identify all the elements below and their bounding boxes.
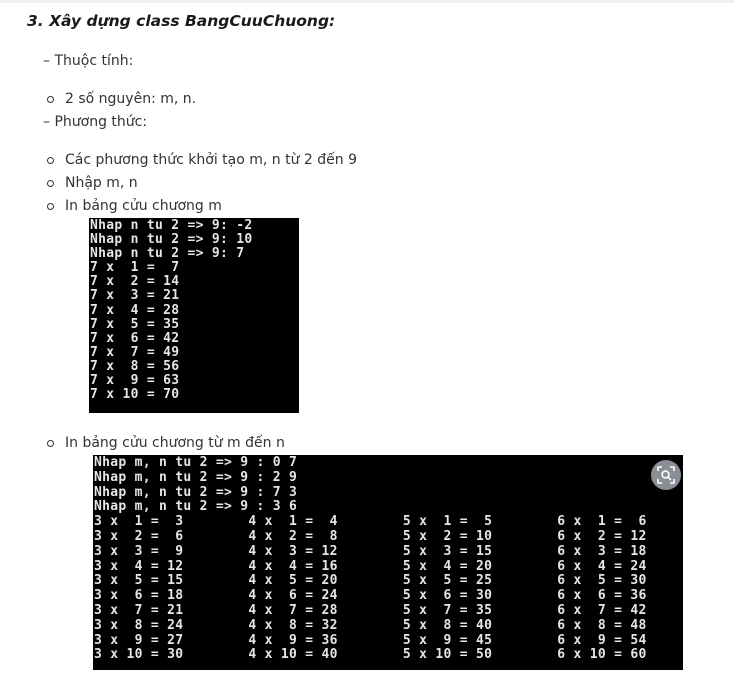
console-line: 3 x 6 = 18 4 x 6 = 24 5 x 6 = 30 6 x 6 =… xyxy=(94,588,647,604)
console-line: 3 x 8 = 24 4 x 8 = 32 5 x 8 = 40 6 x 8 =… xyxy=(94,617,647,633)
attribute-item: 2 số nguyên: m, n. xyxy=(65,91,197,107)
console-line: 3 x 9 = 27 4 x 9 = 36 5 x 9 = 45 6 x 9 =… xyxy=(94,632,647,648)
method-item-print-m: In bảng cửu chương m xyxy=(65,198,222,214)
console-line: 7 x 4 = 28 xyxy=(90,302,180,318)
console-line: 7 x 10 = 70 xyxy=(90,387,180,403)
console-line: 7 x 1 = 7 xyxy=(90,260,180,276)
method-item-print-range: In bảng cửu chương từ m đến n xyxy=(65,435,285,451)
console-line: 3 x 2 = 6 4 x 2 = 8 5 x 2 = 10 6 x 2 = 1… xyxy=(94,528,647,544)
console-line: Nhap n tu 2 => 9: -2 xyxy=(90,218,253,233)
console-line: Nhap n tu 2 => 9: 10 xyxy=(90,232,253,248)
bullet-icon xyxy=(47,96,54,103)
console-line: 3 x 7 = 21 4 x 7 = 28 5 x 7 = 35 6 x 7 =… xyxy=(94,602,647,618)
lens-search-icon xyxy=(657,466,675,484)
methods-label: – Phương thức: xyxy=(43,114,148,130)
console-line: 7 x 9 = 63 xyxy=(90,373,180,389)
attributes-label: – Thuộc tính: xyxy=(43,53,134,69)
bullet-icon xyxy=(47,203,54,210)
console-line: 3 x 1 = 3 4 x 1 = 4 5 x 1 = 5 6 x 1 = 6 xyxy=(94,514,647,530)
console-line: 7 x 6 = 42 xyxy=(90,330,180,346)
method-item-constructors: Các phương thức khởi tạo m, n từ 2 đến 9 xyxy=(65,152,358,168)
image-search-button[interactable] xyxy=(651,460,681,490)
console-line: 3 x 4 = 12 4 x 4 = 16 5 x 4 = 20 6 x 4 =… xyxy=(94,558,647,574)
bullet-icon xyxy=(47,180,54,187)
console-screenshot-table-m: Nhap n tu 2 => 9: -2 Nhap n tu 2 => 9: 1… xyxy=(89,218,299,413)
console-line: 7 x 8 = 56 xyxy=(90,358,180,374)
bullet-icon xyxy=(47,440,54,447)
top-divider xyxy=(0,0,734,3)
console-line: 7 x 2 = 14 xyxy=(90,274,180,290)
console-line: Nhap n tu 2 => 9: 7 xyxy=(90,246,245,262)
console-screenshot-table-range: Nhap m, n tu 2 => 9 : 0 7 Nhap m, n tu 2… xyxy=(93,455,683,670)
console-line: 7 x 7 = 49 xyxy=(90,344,180,360)
console-line: Nhap m, n tu 2 => 9 : 7 3 xyxy=(94,484,298,500)
console-line: Nhap m, n tu 2 => 9 : 0 7 xyxy=(94,455,298,470)
console-line: 3 x 10 = 30 4 x 10 = 40 5 x 10 = 50 6 x … xyxy=(94,647,647,663)
console-line: 3 x 3 = 9 4 x 3 = 12 5 x 3 = 15 6 x 3 = … xyxy=(94,543,647,559)
console-line: 7 x 5 = 35 xyxy=(90,316,180,332)
method-item-input: Nhập m, n xyxy=(65,175,138,191)
console-line: Nhap m, n tu 2 => 9 : 2 9 xyxy=(94,469,298,485)
console-line: Nhap m, n tu 2 => 9 : 3 6 xyxy=(94,499,298,515)
console-line: 3 x 5 = 15 4 x 5 = 20 5 x 5 = 25 6 x 5 =… xyxy=(94,573,647,589)
console-line: 7 x 3 = 21 xyxy=(90,288,180,304)
section-heading: 3. Xây dựng class BangCuuChuong: xyxy=(27,12,336,30)
bullet-icon xyxy=(47,157,54,164)
